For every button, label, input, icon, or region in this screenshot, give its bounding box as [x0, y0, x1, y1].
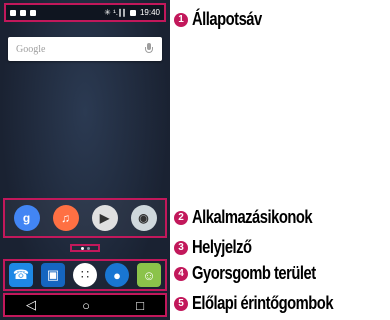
callout-status-bar: 1 Állapotsáv: [174, 9, 277, 30]
callout-number: 3: [174, 240, 188, 255]
play-store-icon[interactable]: ▶: [91, 205, 118, 231]
callout-location-indicator: 3 Helyjelző: [174, 237, 265, 258]
page-dot-active: [80, 246, 84, 250]
callout-number: 2: [174, 210, 188, 225]
messaging-icon[interactable]: ☺: [137, 263, 161, 287]
google-settings-icon[interactable]: g: [13, 205, 40, 231]
callout-label: Helyjelző: [192, 237, 252, 257]
page-dot: [86, 246, 90, 250]
callout-number: 1: [174, 12, 188, 27]
app-icons-row: g ♫ ▶ ◉: [3, 198, 167, 238]
callout-app-icons: 2 Alkalmazásikonok: [174, 207, 338, 228]
status-bar: ✳ ¹.∥∥ 19:40: [4, 3, 166, 22]
page-indicator: [70, 244, 100, 252]
callout-label: Gyorsgomb terület: [192, 263, 316, 283]
notification-icon: [20, 9, 26, 16]
callout-number: 4: [174, 266, 188, 281]
home-button[interactable]: ○: [82, 298, 90, 313]
callout-number: 5: [174, 296, 188, 311]
battery-icon: [129, 9, 136, 16]
music-icon[interactable]: ♫: [52, 205, 79, 231]
app-drawer-icon[interactable]: ∷: [73, 263, 97, 287]
callout-quick-buttons: 4 Gyorsgomb terület: [174, 263, 343, 284]
phone-screen: ✳ ¹.∥∥ 19:40 Google g ♫ ▶ ◉ ☎ ▣ ∷ ● ☺ ◁ ○ □: [0, 0, 170, 320]
callout-label: Alkalmazásikonok: [192, 207, 313, 227]
clock: 19:40: [139, 8, 160, 17]
signal-icon: ✳ ¹.∥∥: [104, 8, 126, 17]
usb-icon: [10, 9, 16, 16]
callout-label: Állapotsáv: [192, 9, 262, 29]
camera-icon[interactable]: ◉: [130, 205, 157, 231]
back-button[interactable]: ◁: [26, 297, 36, 313]
home-touch-buttons: ◁ ○ □: [3, 293, 167, 317]
status-right: ✳ ¹.∥∥ 19:40: [104, 8, 160, 17]
image-icon: [30, 9, 36, 16]
callout-label: Előlapi érintőgombok: [192, 293, 334, 313]
mic-icon[interactable]: [144, 43, 154, 55]
recents-button[interactable]: □: [136, 298, 144, 313]
google-search-bar[interactable]: Google: [8, 37, 162, 61]
browser-icon[interactable]: ●: [105, 263, 129, 287]
contacts-icon[interactable]: ▣: [41, 263, 65, 287]
phone-icon[interactable]: ☎: [9, 263, 33, 287]
status-left-icons: [10, 9, 36, 16]
quick-button-area: ☎ ▣ ∷ ● ☺: [3, 259, 167, 291]
callout-touch-buttons: 5 Előlapi érintőgombok: [174, 293, 364, 314]
search-placeholder: Google: [16, 43, 46, 55]
